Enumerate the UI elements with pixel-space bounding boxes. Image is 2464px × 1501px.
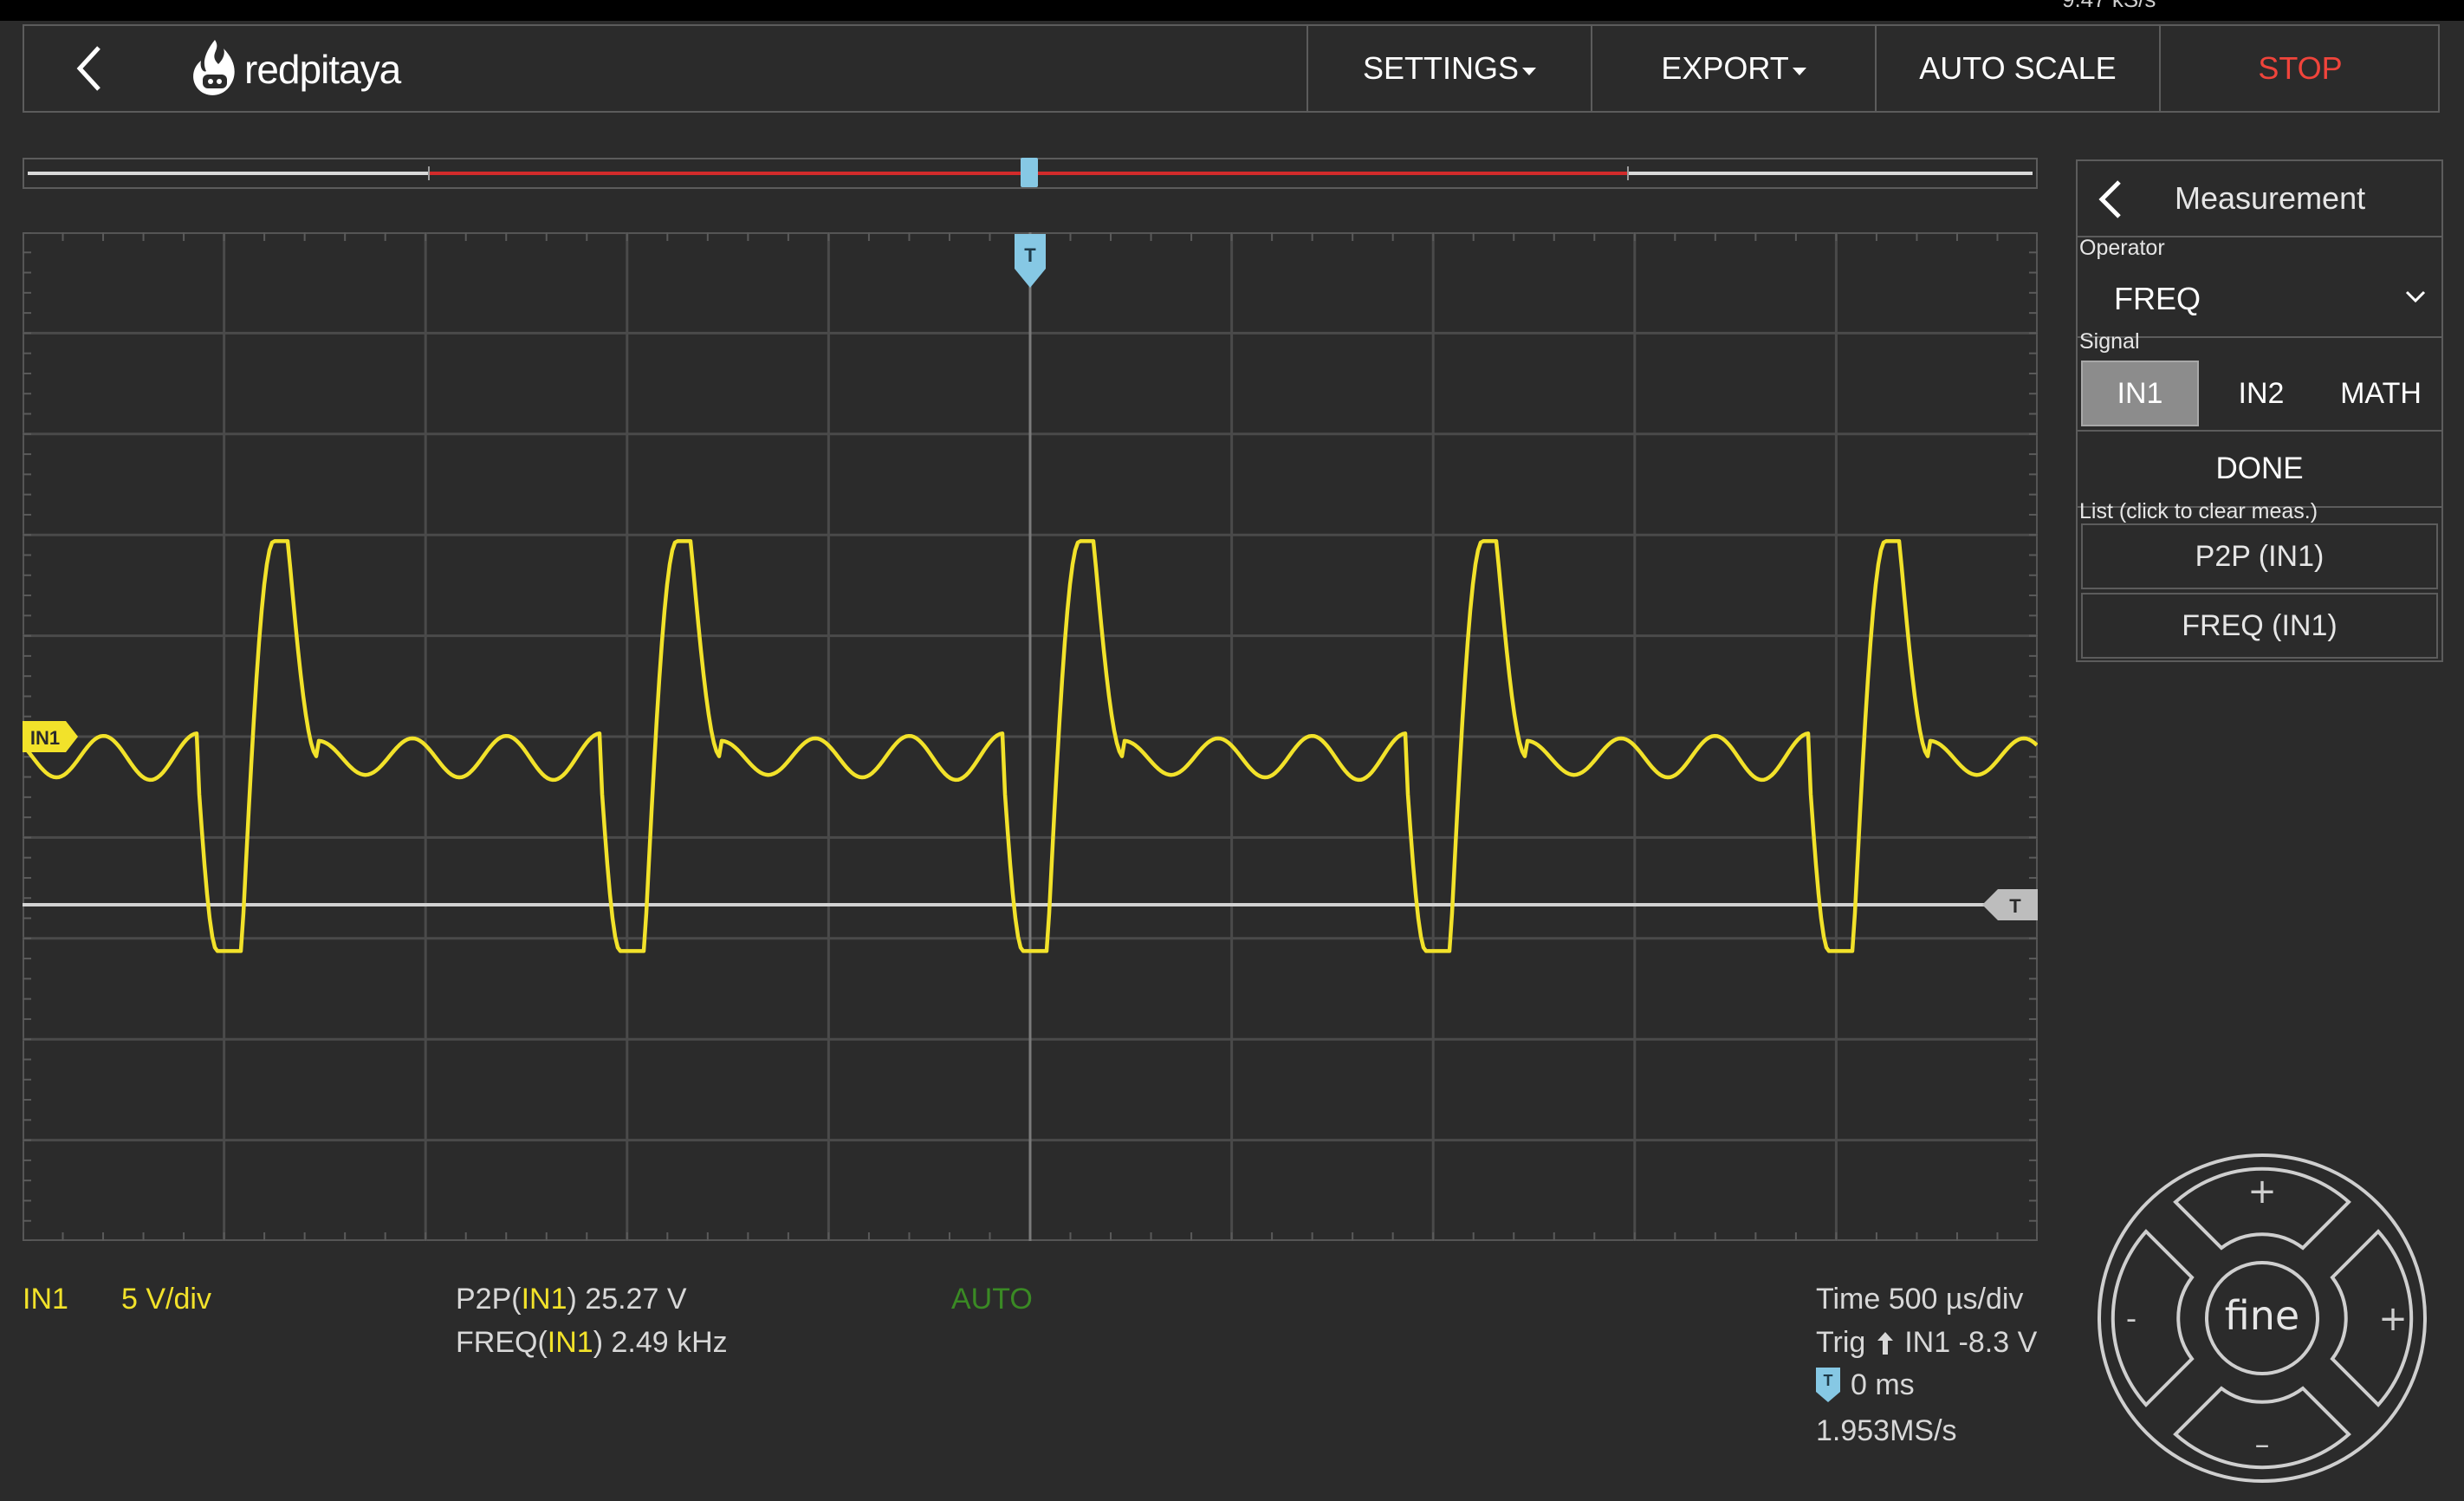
channel-offset-marker-label: IN1 (30, 727, 60, 749)
dpad-up-label: + (2247, 1172, 2277, 1212)
signal-in1-button[interactable]: IN1 (2081, 361, 2199, 426)
timebar-trigger-handle[interactable] (1021, 158, 1038, 187)
sample-rate-readout: 9.47 kS/s (2062, 0, 2156, 13)
trigger-readout-label: Trig (1816, 1326, 1866, 1359)
trigger-time-marker-label: T (1024, 244, 1036, 266)
redpitaya-logo: redpitaya (189, 36, 401, 102)
settings-menu-button[interactable]: SETTINGS (1307, 26, 1591, 111)
stop-button[interactable]: STOP (2159, 26, 2440, 111)
trigger-level-marker[interactable]: T (1982, 889, 2038, 920)
operator-selected-value: FREQ (2114, 281, 2201, 316)
dpad-center-fine-button[interactable]: fine (2205, 1261, 2319, 1375)
back-button[interactable] (47, 26, 133, 111)
measurement-list-item[interactable]: P2P (IN1) (2081, 523, 2438, 589)
p2p-value: ) 25.27 V (567, 1283, 687, 1316)
operator-select[interactable]: FREQ (2078, 263, 2441, 338)
channel-name[interactable]: IN1 (23, 1283, 68, 1316)
dpad-right-button[interactable]: + (2330, 1229, 2414, 1407)
time-overview-bar[interactable] (23, 158, 2038, 189)
caret-down-icon (1522, 67, 1537, 75)
trigger-marker-icon-label: T (1824, 1372, 1833, 1389)
stop-label: STOP (2258, 50, 2343, 86)
logo-text: redpitaya (244, 47, 401, 92)
chevron-left-icon (2098, 180, 2121, 218)
trigger-time-marker[interactable]: T (1015, 234, 1046, 288)
dpad-up-button[interactable]: + (2173, 1166, 2351, 1251)
top-strip: 9.47 kS/s (0, 0, 2464, 21)
freq-readout: FREQ(IN1) 2.49 kHz (456, 1326, 728, 1360)
signal-math-button[interactable]: MATH (2320, 361, 2441, 426)
measurement-list-label: List (click to clear meas.) (2079, 499, 2318, 523)
auto-scale-button[interactable]: AUTO SCALE (1875, 26, 2159, 111)
operator-label: Operator (2079, 236, 2165, 260)
oscilloscope-graph[interactable]: T T IN1 (23, 232, 2038, 1241)
done-button[interactable]: DONE (2078, 432, 2441, 508)
trigger-position-readout[interactable]: T 0 ms (1816, 1368, 1915, 1402)
p2p-prefix: P2P( (456, 1283, 522, 1316)
caret-down-icon (1792, 67, 1806, 75)
signal-label: Signal (2079, 329, 2140, 354)
freq-value: ) 2.49 kHz (593, 1326, 728, 1359)
settings-label: SETTINGS (1362, 50, 1520, 86)
time-scale-readout[interactable]: Time 500 µs/div (1816, 1283, 2023, 1316)
signal-in2-button[interactable]: IN2 (2202, 361, 2320, 426)
logo-flame-icon (193, 40, 235, 95)
trigger-mode-status: AUTO (951, 1283, 1033, 1316)
rising-edge-arrow-icon (1877, 1332, 1893, 1355)
signal-selector: IN1 IN2 MATH (2078, 354, 2441, 432)
dpad-left-label: - (2126, 1302, 2137, 1336)
chevron-down-icon (2405, 290, 2426, 303)
sampling-rate-readout: 1.953MS/s (1816, 1414, 1957, 1447)
p2p-readout: P2P(IN1) 25.27 V (456, 1283, 687, 1316)
channel-scale[interactable]: 5 V/div (121, 1283, 211, 1316)
trigger-position-value: 0 ms (1851, 1368, 1915, 1401)
chevron-left-icon (76, 46, 101, 91)
channel-offset-marker[interactable]: IN1 (23, 721, 78, 752)
top-navbar: redpitaya SETTINGS EXPORT AUTO SCALE STO… (23, 24, 2440, 113)
dpad-right-label: + (2378, 1299, 2408, 1339)
freq-channel: IN1 (547, 1326, 593, 1359)
export-menu-button[interactable]: EXPORT (1591, 26, 1875, 111)
dpad-down-button[interactable]: – (2173, 1386, 2351, 1470)
trigger-readout-detail: IN1 -8.3 V (1904, 1326, 2038, 1359)
measurement-header: Measurement (2078, 161, 2441, 237)
fine-adjust-dpad: + – - + fine (2098, 1153, 2427, 1483)
freq-prefix: FREQ( (456, 1326, 548, 1359)
trigger-readout[interactable]: Trig IN1 -8.3 V (1816, 1326, 2037, 1360)
auto-scale-label: AUTO SCALE (1919, 50, 2117, 86)
p2p-channel: IN1 (521, 1283, 567, 1316)
dpad-down-label: – (2255, 1427, 2270, 1462)
trigger-level-marker-label: T (2009, 895, 2021, 917)
measurement-title: Measurement (2175, 180, 2366, 216)
measurement-list-item[interactable]: FREQ (IN1) (2081, 593, 2438, 659)
trigger-marker-icon: T (1816, 1368, 1840, 1402)
measurement-panel: Measurement Operator FREQ Signal IN1 IN2… (2076, 159, 2443, 662)
measurement-back-button[interactable] (2095, 177, 2126, 226)
dpad-left-button[interactable]: - (2111, 1229, 2195, 1407)
export-label: EXPORT (1661, 50, 1789, 86)
dpad-center-label: fine (2225, 1292, 2299, 1339)
